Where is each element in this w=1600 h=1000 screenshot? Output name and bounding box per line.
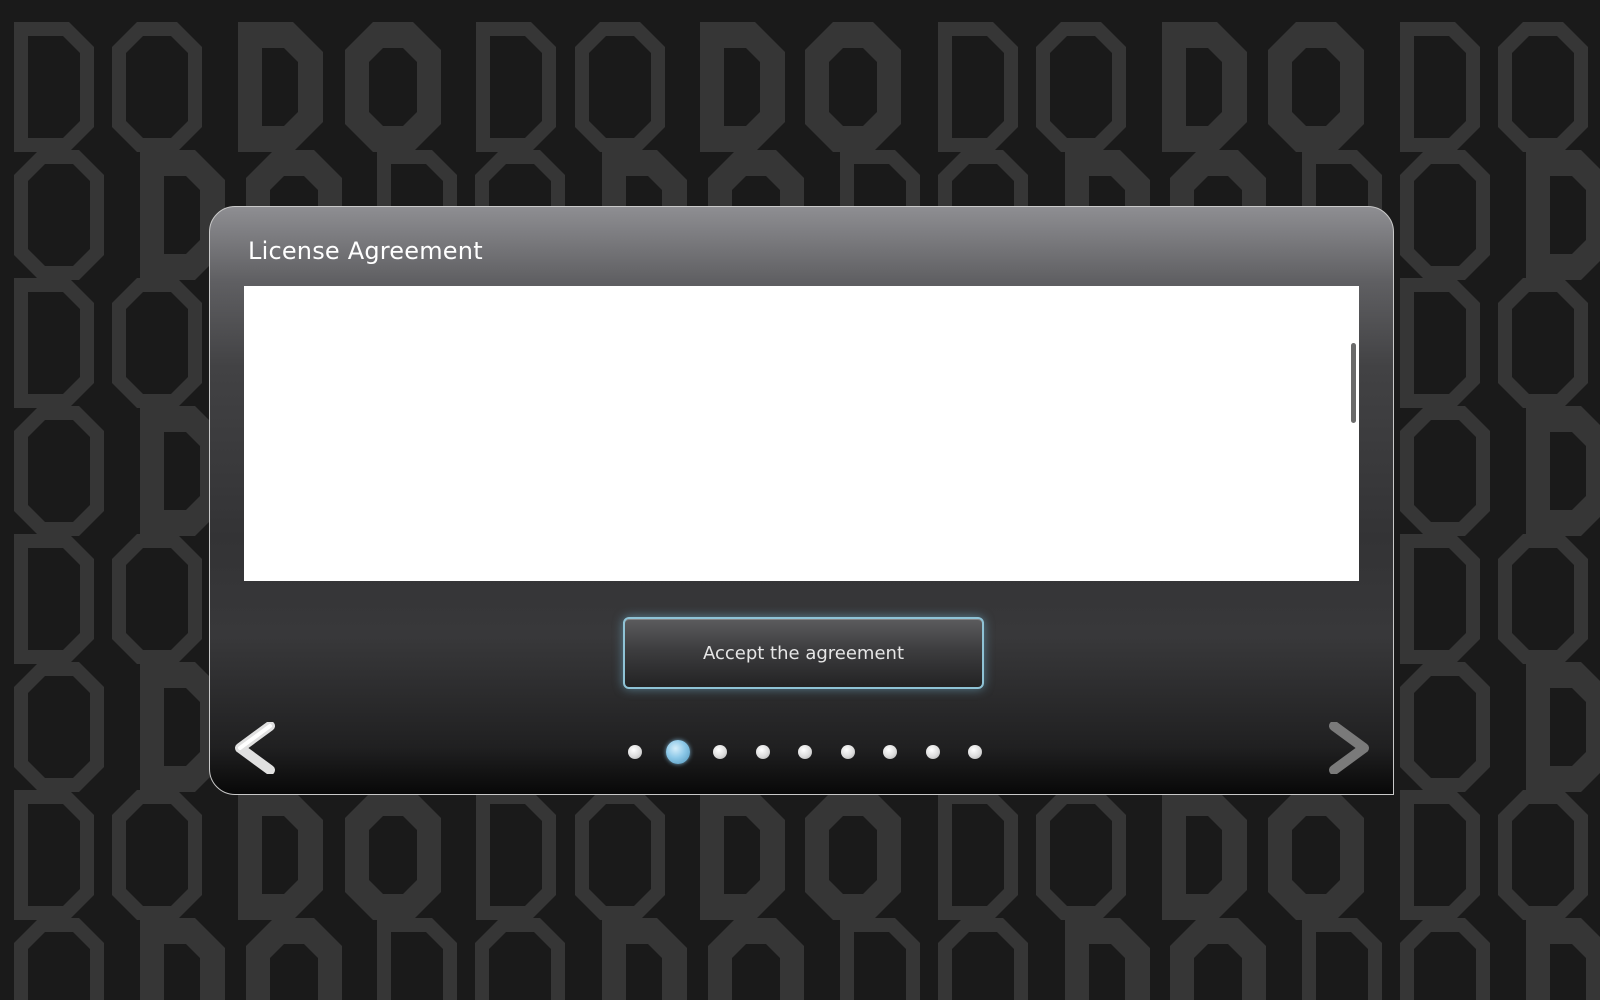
background-letter [112, 534, 202, 664]
background-letter [700, 22, 785, 152]
background-letter [1498, 790, 1588, 920]
background-letter [1526, 150, 1600, 280]
background-letter [14, 534, 94, 664]
background-letter [1400, 918, 1490, 1000]
background-letter [1036, 790, 1126, 920]
background-letter [238, 22, 323, 152]
background-letter [602, 918, 687, 1000]
page-dot-6[interactable] [840, 745, 855, 759]
background-letter [14, 918, 104, 1000]
background-letter [1162, 790, 1247, 920]
background-letter [938, 918, 1028, 1000]
background-letter [708, 918, 804, 1000]
background-letter [476, 790, 556, 920]
background-letter [140, 918, 225, 1000]
background-letter [1498, 534, 1588, 664]
page-dot-5[interactable] [798, 745, 812, 759]
background-letter [475, 918, 565, 1000]
background-letter [14, 22, 94, 152]
background-letter [1268, 22, 1364, 152]
license-dialog: License Agreement Accept the agreement [209, 206, 1394, 795]
background-letter [575, 790, 665, 920]
background-letter [840, 918, 920, 1000]
background-letter [1400, 534, 1480, 664]
background-letter [14, 790, 94, 920]
page-dot-4[interactable] [755, 745, 770, 759]
background-letter [1400, 22, 1480, 152]
background-letter [1526, 406, 1600, 536]
background-letter [14, 150, 104, 280]
background-letter [1498, 22, 1588, 152]
background-letter [14, 662, 104, 792]
background-letter [1400, 406, 1490, 536]
background-letter [1065, 918, 1150, 1000]
background-letter [938, 22, 1018, 152]
background-letter [112, 22, 202, 152]
background-letter [112, 790, 202, 920]
background-letter [1400, 790, 1480, 920]
dialog-title: License Agreement [248, 237, 483, 265]
page-dot-8[interactable] [925, 745, 940, 759]
background-letter [345, 790, 441, 920]
background-letter [1302, 918, 1382, 1000]
background-letter [112, 278, 202, 408]
page-dot-7[interactable] [883, 745, 897, 759]
background-letter [345, 22, 441, 152]
background-letter [805, 22, 901, 152]
background-letter [1400, 278, 1480, 408]
background-letter [700, 790, 785, 920]
background-letter [1268, 790, 1364, 920]
page-dot-3[interactable] [713, 745, 727, 759]
background-letter [1400, 150, 1490, 280]
background-letter [1526, 918, 1600, 1000]
next-page-button[interactable] [1328, 722, 1372, 774]
background-letter [1498, 278, 1588, 408]
background-letter [246, 918, 342, 1000]
background-letter [14, 278, 94, 408]
background-letter [476, 22, 556, 152]
background-letter [1526, 662, 1600, 792]
background-letter [14, 406, 104, 536]
page-dot-9[interactable] [968, 745, 982, 759]
background-letter [1036, 22, 1126, 152]
background-letter [938, 790, 1018, 920]
page-dot-1[interactable] [628, 745, 642, 759]
chevron-right-icon [1329, 722, 1369, 774]
scrollbar-thumb[interactable] [1351, 343, 1356, 423]
background-letter [1170, 918, 1266, 1000]
page-dot-2[interactable] [665, 740, 690, 764]
accept-agreement-button[interactable]: Accept the agreement [623, 617, 984, 689]
background-letter [1400, 662, 1490, 792]
license-text-area[interactable] [244, 286, 1359, 581]
background-letter [238, 790, 323, 920]
background-letter [575, 22, 665, 152]
background-letter [805, 790, 901, 920]
background-letter [377, 918, 457, 1000]
background-letter [1162, 22, 1247, 152]
page-indicator [210, 737, 1393, 767]
